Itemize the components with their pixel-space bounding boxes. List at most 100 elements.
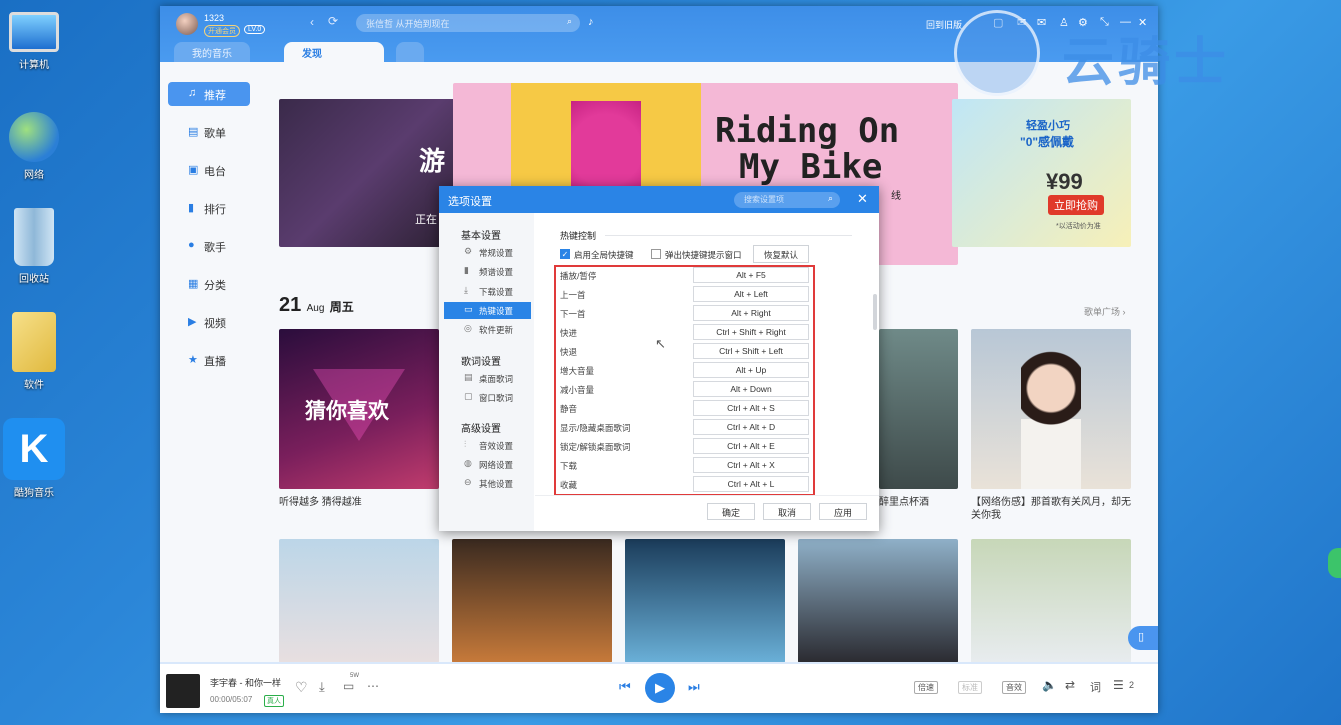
hotkey-input[interactable]: Ctrl + Alt + D [693, 419, 809, 435]
lyrics-button[interactable]: 词 [1090, 679, 1101, 695]
sidebar-item-playlist[interactable]: ▤ 歌单 [168, 120, 250, 144]
card-caption[interactable]: 【网络伤感】那首歌有关风月，却无关你我 [971, 496, 1136, 522]
card-playlist[interactable] [452, 539, 612, 663]
banner-left[interactable]: 游 正在 [279, 99, 459, 247]
popup-hint-checkbox[interactable] [651, 249, 661, 259]
sidebar-item-live[interactable]: ★ 直播 [168, 348, 250, 372]
next-icon[interactable]: ⏭ [688, 679, 700, 695]
nav-item-update[interactable]: ◎ 软件更新 [444, 321, 531, 338]
card-playlist[interactable] [279, 539, 439, 663]
nav-item-hotkeys[interactable]: ▭ 热键设置 [444, 302, 531, 319]
dialog-search-input[interactable]: 搜索设置项 ⌕ [734, 192, 840, 208]
hotkey-input[interactable]: Alt + Up [693, 362, 809, 378]
cancel-button[interactable]: 取消 [763, 503, 811, 520]
card-caption[interactable]: 醉里点杯酒 [879, 496, 929, 509]
card-caption[interactable]: 听得越多 猜得越准 [279, 496, 362, 509]
search-input[interactable]: 张信哲 从开始到现在 ⌕ [356, 14, 580, 32]
ok-button[interactable]: 确定 [707, 503, 755, 520]
comment-icon[interactable]: ▭ [343, 679, 354, 693]
nav-item-spectrum[interactable]: ▮ 频谱设置 [444, 263, 531, 280]
tab-my-music[interactable]: 我的音乐 [174, 42, 250, 62]
desktop-icon-network[interactable]: 网络 [0, 112, 68, 181]
restore-default-button[interactable]: 恢复默认 [753, 245, 809, 263]
voice-search-icon[interactable]: ♪ [588, 16, 594, 28]
hotkey-input[interactable]: Ctrl + Alt + S [693, 400, 809, 416]
sidebar-item-singer[interactable]: ● 歌手 [168, 234, 250, 258]
hotkey-input[interactable]: Ctrl + Alt + E [693, 438, 809, 454]
card-playlist[interactable] [798, 539, 958, 663]
avatar[interactable] [176, 13, 198, 35]
nav-item-desktop-lyrics[interactable]: ▤ 桌面歌词 [444, 370, 531, 387]
hotkey-input[interactable]: Alt + Right [693, 305, 809, 321]
card-playlist[interactable] [971, 329, 1131, 489]
desktop-icon-kugou[interactable]: K 酷狗音乐 [0, 418, 68, 499]
side-floating-badge[interactable] [1328, 548, 1341, 578]
mobile-sync-button[interactable]: ▯ [1128, 626, 1158, 650]
sidebar-item-radio[interactable]: ▣ 电台 [168, 158, 250, 182]
window-lyrics-icon: ▢ [464, 391, 473, 401]
speed-button[interactable]: 倍速 [914, 681, 938, 694]
scrollbar[interactable] [873, 294, 877, 330]
nav-item-other[interactable]: ⊖ 其他设置 [444, 475, 531, 492]
hotkey-input[interactable]: Ctrl + Shift + Right [693, 324, 809, 340]
refresh-icon[interactable]: ⟳ [328, 14, 338, 28]
equalizer-icon: ⫶ [464, 439, 467, 449]
volume-icon[interactable]: 🔈 [1042, 678, 1057, 692]
download-icon[interactable]: ⤓ [319, 679, 325, 695]
banner-right[interactable]: 轻盈小巧 "0"感佩戴 ¥99 立即抢购 *以活动价为准 [952, 99, 1131, 247]
sound-effect-button[interactable]: 音效 [1002, 681, 1026, 694]
hotkey-input[interactable]: Ctrl + Shift + Left [693, 343, 809, 359]
desktop-icon-software-folder[interactable]: 软件 [0, 312, 68, 391]
hotkey-input[interactable]: Alt + F5 [693, 267, 809, 283]
desktop-icon-computer[interactable]: 计算机 [0, 8, 68, 71]
nav-item-general[interactable]: ⚙ 常规设置 [444, 244, 531, 261]
more-icon[interactable]: ⋯ [367, 679, 379, 693]
card-guess-you-like[interactable]: 猜你喜欢 [279, 329, 439, 489]
playlist-square-link[interactable]: 歌单广场 › [1084, 305, 1126, 318]
enable-global-hotkeys-label[interactable]: 启用全局快捷键 [574, 249, 634, 261]
search-icon[interactable]: ⌕ [567, 16, 572, 27]
nav-item-download[interactable]: ⤓ 下载设置 [444, 283, 531, 300]
nav-item-network[interactable]: ◍ 网络设置 [444, 456, 531, 473]
apply-button[interactable]: 应用 [819, 503, 867, 520]
card-playlist[interactable] [971, 539, 1131, 663]
username[interactable]: 1323 [204, 13, 224, 23]
sidebar-item-recommend[interactable]: ♫ 推荐 [168, 82, 250, 106]
hotkey-input[interactable]: Alt + Down [693, 381, 809, 397]
nav-item-window-lyrics[interactable]: ▢ 窗口歌词 [444, 389, 531, 406]
vip-badge[interactable]: 开通会员 [204, 25, 240, 37]
nav-item-sound-effect[interactable]: ⫶ 音效设置 [444, 437, 531, 454]
hotkey-input[interactable]: Ctrl + Alt + X [693, 457, 809, 473]
sidebar-item-chart[interactable]: ▮ 排行 [168, 196, 250, 220]
search-icon[interactable]: ⌕ [828, 193, 833, 204]
hotkey-input[interactable]: Alt + Left [693, 286, 809, 302]
more-icon: ⊖ [464, 477, 472, 487]
banner-right-price: ¥99 [1046, 169, 1083, 194]
tab-discover[interactable]: 发现 [284, 42, 384, 62]
hotkey-input[interactable]: Ctrl + Alt + L [693, 476, 809, 492]
back-arrow-icon[interactable]: ‹ [310, 15, 314, 29]
prev-icon[interactable]: ⏮ [619, 679, 631, 695]
sidebar-item-category[interactable]: ▦ 分类 [168, 272, 250, 296]
card-playlist[interactable] [625, 539, 785, 663]
song-title[interactable]: 李宇春 - 和你一样 [210, 676, 281, 689]
sidebar-item-video[interactable]: ▶ 视频 [168, 310, 250, 334]
enable-global-hotkeys-checkbox[interactable]: ✓ [560, 249, 570, 259]
tab-extra[interactable] [396, 42, 424, 62]
progress-bar[interactable] [160, 662, 1158, 664]
desktop-icon-recycle-bin[interactable]: 回收站 [0, 208, 68, 285]
sidebar-item-label: 视频 [204, 318, 226, 330]
standard-quality-button[interactable]: 标准 [958, 681, 982, 694]
queue-icon[interactable]: ☰ [1113, 678, 1124, 692]
banner-right-buy-button[interactable]: 立即抢购 [1048, 195, 1104, 215]
card-playlist[interactable] [879, 329, 958, 489]
like-icon[interactable]: ♡ [295, 679, 308, 696]
album-cover[interactable] [166, 674, 200, 708]
play-button[interactable]: ▶ [645, 673, 675, 703]
close-icon[interactable]: ✕ [857, 191, 868, 207]
watermark-logo-icon [954, 10, 1040, 96]
loop-icon[interactable]: ⇄ [1065, 678, 1075, 692]
nav-item-label: 网络设置 [479, 460, 514, 470]
popup-hint-label[interactable]: 弹出快捷键提示窗口 [665, 249, 742, 261]
dialog-title: 选项设置 [448, 196, 492, 208]
